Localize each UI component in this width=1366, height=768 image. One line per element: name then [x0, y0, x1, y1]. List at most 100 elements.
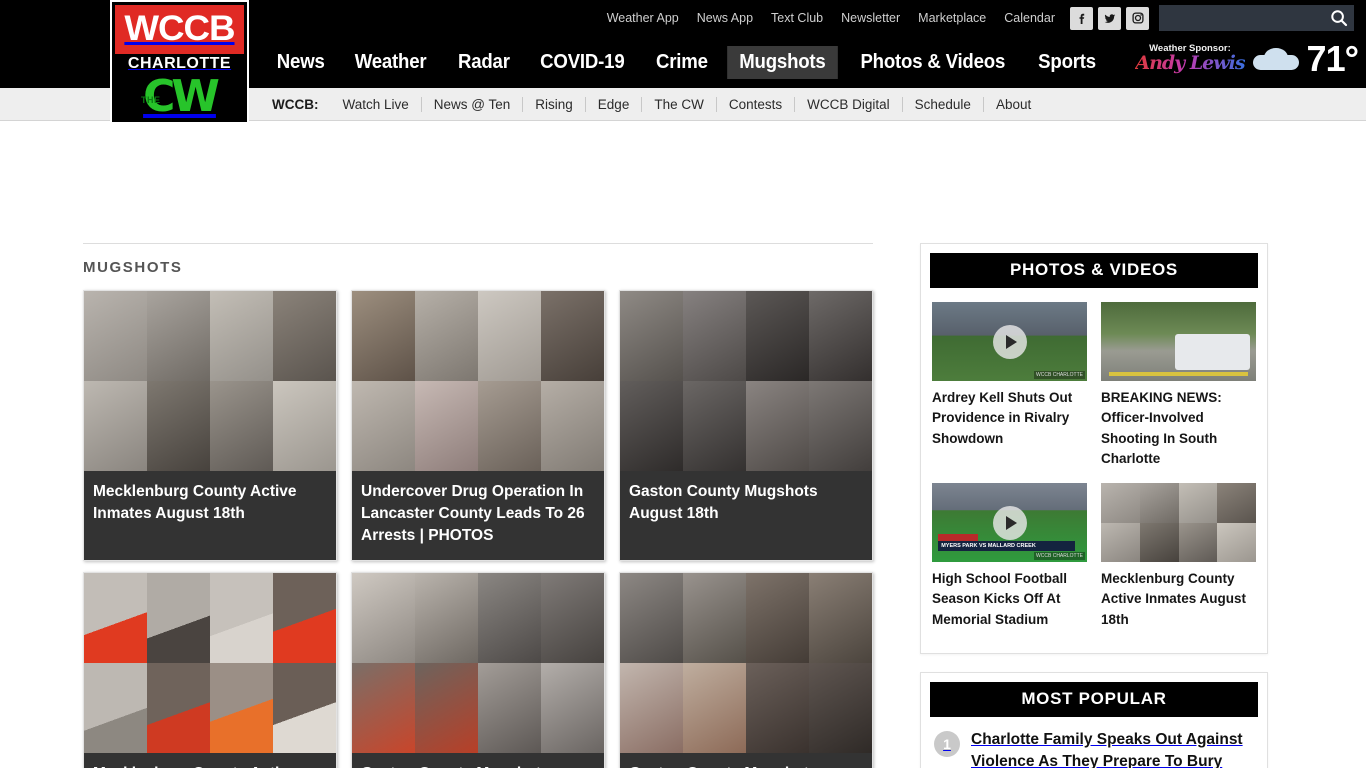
search-submit-button[interactable]	[1329, 8, 1349, 28]
nav-item-photos-videos[interactable]: Photos & Videos	[848, 46, 1017, 79]
video-thumbnail: MYERS PARK VS MALLARD CREEK WCCB CHARLOT…	[932, 483, 1087, 562]
mugshot-photo	[147, 291, 210, 381]
instagram-icon[interactable]	[1126, 6, 1149, 30]
list-item[interactable]: 1 Charlotte Family Speaks Out Against Vi…	[934, 729, 1254, 768]
nav-item-sports[interactable]: Sports	[1026, 46, 1108, 79]
mugshot-photo	[809, 573, 872, 663]
mugshot-card-caption: Undercover Drug Operation In Lancaster C…	[352, 471, 604, 560]
mugshot-photo	[809, 381, 872, 471]
chyron-text: MYERS PARK VS MALLARD CREEK	[941, 542, 1036, 549]
mugshot-photo	[683, 381, 746, 471]
current-temperature: 71°	[1306, 38, 1359, 79]
facebook-icon[interactable]	[1070, 6, 1093, 30]
search-input[interactable]	[1159, 5, 1354, 31]
cloud-icon	[1252, 46, 1299, 72]
mugshot-card[interactable]: Gaston County Mugshots August 16th	[619, 572, 873, 768]
mugshot-photo	[352, 573, 415, 663]
most-popular-list: 1 Charlotte Family Speaks Out Against Vi…	[930, 717, 1258, 768]
play-icon[interactable]	[992, 324, 1027, 359]
watermark: WCCB CHARLOTTE	[1034, 552, 1085, 560]
mugshot-photo	[620, 573, 683, 663]
mugshot-photo	[1101, 483, 1140, 523]
subnav-label: WCCB:	[272, 96, 319, 112]
subnav-item-watch-live[interactable]: Watch Live	[331, 97, 421, 112]
subnav-item-about[interactable]: About	[982, 96, 1043, 112]
mugshot-photo	[147, 573, 210, 663]
mugshot-photo	[415, 291, 478, 381]
utility-link-text-club[interactable]: Text Club	[762, 11, 832, 25]
mugshot-photo	[1139, 483, 1179, 523]
nav-item-mugshots[interactable]: Mugshots	[726, 45, 838, 79]
subnav-item-edge[interactable]: Edge	[584, 96, 642, 112]
mugshot-photo	[415, 663, 478, 753]
nav-item-news[interactable]: News	[265, 46, 337, 79]
subnav-item-news-at-ten[interactable]: News @ Ten	[420, 96, 523, 112]
nav-item-weather[interactable]: Weather	[343, 46, 439, 79]
photos-videos-grid: WCCB CHARLOTTE Ardrey Kell Shuts Out Pro…	[930, 288, 1258, 644]
page-body: MUGSHOTS Mecklenburg County Active Inmat…	[0, 121, 1366, 768]
mugshot-photo-grid	[1101, 483, 1256, 562]
photos-videos-item[interactable]: Mecklenburg County Active Inmates August…	[1101, 483, 1256, 630]
mugshot-photo	[478, 291, 541, 381]
mugshot-photo	[273, 381, 336, 471]
mugshot-card[interactable]: Gaston County Mugshots August 17th	[351, 572, 605, 768]
watermark: WCCB CHARLOTTE	[1034, 371, 1085, 379]
site-logo[interactable]: WCCB CHARLOTTE CW THE	[110, 0, 249, 124]
subnav-item-contests[interactable]: Contests	[715, 96, 794, 112]
social-links	[1070, 6, 1149, 30]
subnav-item-schedule[interactable]: Schedule	[901, 96, 983, 112]
photos-videos-item[interactable]: BREAKING NEWS: Officer-Involved Shooting…	[1101, 302, 1256, 469]
mugshot-card[interactable]: Gaston County Mugshots August 18th	[619, 290, 873, 561]
mugshot-card-title: Mecklenburg County Active Inmates August…	[93, 763, 327, 768]
mugshot-photo	[809, 663, 872, 753]
mugshot-photo-grid	[352, 291, 604, 471]
mugshot-photo	[352, 663, 415, 753]
mugshot-photo-grid	[620, 291, 872, 471]
nav-item-covid-19[interactable]: COVID-19	[528, 46, 636, 79]
photos-videos-item[interactable]: MYERS PARK VS MALLARD CREEK WCCB CHARLOT…	[932, 483, 1087, 630]
mugshot-photo	[273, 291, 336, 381]
photos-videos-item-title: Ardrey Kell Shuts Out Providence in Riva…	[932, 390, 1073, 446]
nav-item-radar[interactable]: Radar	[445, 46, 521, 79]
mugshot-card-caption: Gaston County Mugshots August 16th	[620, 753, 872, 768]
utility-link-weather-app[interactable]: Weather App	[598, 11, 688, 25]
photos-videos-panel: PHOTOS & VIDEOS WCCB CHARLOTTE Ardrey Ke…	[920, 243, 1268, 654]
twitter-icon[interactable]	[1098, 6, 1121, 30]
most-popular-panel: MOST POPULAR 1 Charlotte Family Speaks O…	[920, 671, 1268, 768]
subnav-item-wccb-digital[interactable]: WCCB Digital	[794, 96, 902, 112]
play-icon[interactable]	[992, 505, 1027, 540]
subnav-item-the-cw[interactable]: The CW	[641, 96, 716, 112]
mugshot-photo-grid	[352, 573, 604, 753]
mugshot-photo-grid	[84, 291, 336, 471]
mugshot-photo	[683, 573, 746, 663]
utility-link-marketplace[interactable]: Marketplace	[909, 11, 995, 25]
mugshot-card[interactable]: Mecklenburg County Active Inmates August…	[83, 572, 337, 768]
mugshot-photo	[1178, 483, 1218, 523]
mugshot-photo	[352, 381, 415, 471]
utility-link-news-app[interactable]: News App	[688, 11, 762, 25]
nav-item-crime[interactable]: Crime	[644, 46, 720, 79]
weather-widget[interactable]: Weather Sponsor: Andy Lewis 71°	[1135, 38, 1359, 80]
mugshot-photo	[746, 381, 809, 471]
mugshot-photo	[746, 663, 809, 753]
mugshot-photo	[746, 291, 809, 381]
search-box[interactable]	[1159, 5, 1354, 31]
photos-videos-item-title: High School Football Season Kicks Off At…	[932, 571, 1067, 627]
mugshot-photo-grid	[84, 573, 336, 753]
subnav-item-rising[interactable]: Rising	[522, 96, 585, 112]
photos-videos-item-title: BREAKING NEWS: Officer-Involved Shooting…	[1101, 390, 1222, 466]
photos-videos-item[interactable]: WCCB CHARLOTTE Ardrey Kell Shuts Out Pro…	[932, 302, 1087, 469]
mugshot-card[interactable]: Undercover Drug Operation In Lancaster C…	[351, 290, 605, 561]
rank-badge: 1	[934, 730, 960, 757]
photo-thumbnail	[1101, 483, 1256, 562]
mugshot-photo	[1101, 522, 1140, 562]
mugshot-card[interactable]: Mecklenburg County Active Inmates August…	[83, 290, 337, 561]
logo-cw-block: CW THE	[115, 75, 244, 119]
utility-link-calendar[interactable]: Calendar	[995, 11, 1064, 25]
video-thumbnail: WCCB CHARLOTTE	[932, 302, 1087, 381]
mugshot-photo	[84, 663, 147, 753]
mugshot-photo	[1139, 522, 1179, 562]
mugshot-card-title: Gaston County Mugshots August 16th	[629, 763, 863, 768]
mugshot-photo	[1217, 483, 1256, 523]
utility-link-newsletter[interactable]: Newsletter	[832, 11, 909, 25]
